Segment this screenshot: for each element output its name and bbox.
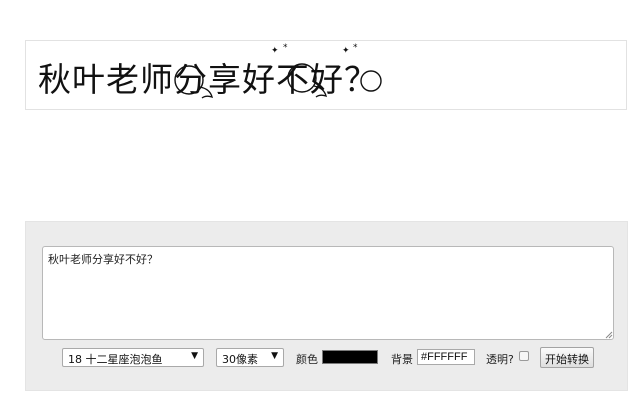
sparkle-icon: ✦: [342, 46, 350, 56]
font-select[interactable]: 18 十二星座泡泡鱼 ▼: [62, 348, 204, 367]
size-select-value: 30像素: [222, 353, 258, 366]
dropdown-arrow-icon: ▼: [191, 351, 198, 361]
size-select[interactable]: 30像素 ▼: [216, 348, 284, 367]
sparkle-icon: *: [353, 43, 358, 53]
text-input[interactable]: [42, 246, 614, 340]
fish-tail-icon: [199, 86, 213, 99]
options-bar: 18 十二星座泡泡鱼 ▼ 30像素 ▼ 颜色 背景 透明? 开始转换: [26, 347, 627, 368]
dropdown-arrow-icon: ▼: [271, 351, 278, 361]
bubble-circle-icon: [174, 65, 204, 95]
color-label: 颜色: [296, 353, 318, 366]
preview-image: 秋叶老师分享好不好？ ✦ * ✦ *: [25, 40, 627, 110]
start-convert-button[interactable]: 开始转换: [540, 347, 594, 368]
background-label: 背景: [391, 353, 413, 366]
background-field[interactable]: [417, 349, 475, 365]
start-convert-label: 开始转换: [545, 353, 589, 366]
transparent-checkbox[interactable]: [519, 351, 529, 361]
fish-tail-icon: [313, 85, 327, 98]
color-swatch[interactable]: [322, 350, 378, 364]
bubble-circle-icon: [287, 63, 317, 93]
question-bubble-icon: [360, 70, 382, 92]
sparkle-icon: ✦: [271, 46, 279, 56]
resize-grip-icon[interactable]: [604, 330, 613, 339]
font-select-value: 18 十二星座泡泡鱼: [68, 353, 163, 366]
sparkle-icon: *: [283, 43, 288, 53]
decoration-layer: ✦ * ✦ *: [174, 43, 382, 99]
transparent-label: 透明?: [486, 353, 514, 366]
converter-panel: 18 十二星座泡泡鱼 ▼ 30像素 ▼ 颜色 背景 透明? 开始转换: [25, 221, 628, 391]
